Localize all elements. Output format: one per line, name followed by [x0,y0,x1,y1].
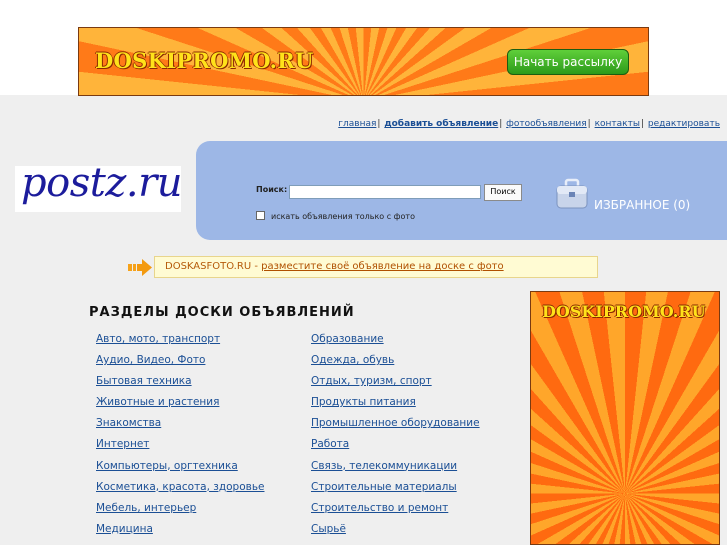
category-link[interactable]: Одежда, обувь [311,354,394,366]
category-link[interactable]: Компьютеры, оргтехника [96,460,238,472]
category-link[interactable]: Мебель, интерьер [96,502,196,514]
category-link[interactable]: Животные и растения [96,396,219,408]
list-item: Работа [311,438,480,459]
search-label: Поиск: [256,185,288,194]
category-link[interactable]: Аудио, Видео, Фото [96,354,205,366]
list-item: Косметика, красота, здоровье [96,481,264,502]
category-link[interactable]: Образование [311,333,384,345]
promo-separator: - [251,261,262,272]
list-item: Интернет [96,438,264,459]
nav-add-ad-link[interactable]: добавить объявление [384,119,498,129]
top-navigation: главная| добавить объявление| фотообъявл… [338,119,720,129]
logo-text: postz.ru [21,160,182,206]
photo-only-checkbox[interactable] [256,211,265,220]
list-item: Знакомства [96,417,264,438]
list-item: Бытовая техника [96,375,264,396]
search-button[interactable]: Поиск [484,184,522,201]
start-mailing-button[interactable]: Начать рассылку [507,49,629,75]
list-item: Мебель, интерьер [96,502,264,523]
category-link[interactable]: Сырьё [311,523,346,535]
category-link[interactable]: Строительство и ремонт [311,502,448,514]
list-item: Образование [311,333,480,354]
category-link[interactable]: Медицина [96,523,153,535]
nav-contacts-link[interactable]: контакты [595,119,640,129]
top-ad-brand: DOSKIPROMO.RU [95,48,314,73]
category-link[interactable]: Знакомства [96,417,161,429]
side-ad-banner[interactable]: DOSKIPROMO.RU [530,291,720,545]
promo-site-name: DOSKASFOTO.RU [165,261,252,272]
side-ad-brand: DOSKIPROMO.RU [542,302,706,321]
sections-title: РАЗДЕЛЫ ДОСКИ ОБЪЯВЛЕНИЙ [89,305,355,320]
list-item: Сырьё [311,523,480,544]
nav-photo-ads-link[interactable]: фотообъявления [506,119,587,129]
favorites-link[interactable]: ИЗБРАННОЕ (0) [594,198,690,212]
photo-only-label: искать объявления только с фото [271,212,415,221]
category-link[interactable]: Отдых, туризм, спорт [311,375,432,387]
category-link[interactable]: Связь, телекоммуникации [311,460,457,472]
list-item: Авто, мото, транспорт [96,333,264,354]
search-panel: Поиск: Поиск искать объявления только с … [196,141,727,240]
category-link[interactable]: Авто, мото, транспорт [96,333,220,345]
promo-link[interactable]: разместите своё объявление на доске с фо… [261,261,504,272]
category-link[interactable]: Бытовая техника [96,375,192,387]
category-link[interactable]: Строительные материалы [311,481,457,493]
category-link[interactable]: Интернет [96,438,149,450]
nav-separator: | [499,119,503,129]
category-list-right: Образование Одежда, обувь Отдых, туризм,… [311,333,480,544]
nav-separator: | [587,119,591,129]
category-link[interactable]: Продукты питания [311,396,416,408]
category-link[interactable]: Косметика, красота, здоровье [96,481,264,493]
list-item: Промышленное оборудование [311,417,480,438]
list-item: Строительные материалы [311,481,480,502]
site-logo[interactable]: postz.ru [15,160,182,212]
top-ad-banner[interactable]: DOSKIPROMO.RU Начать рассылку [78,27,649,96]
list-item: Медицина [96,523,264,544]
nav-home-link[interactable]: главная [338,119,376,129]
arrow-right-icon [128,259,152,276]
list-item: Строительство и ремонт [311,502,480,523]
category-list-left: Авто, мото, транспорт Аудио, Видео, Фото… [96,333,264,544]
briefcase-icon[interactable] [556,177,588,211]
list-item: Одежда, обувь [311,354,480,375]
category-link[interactable]: Работа [311,438,349,450]
nav-separator: | [640,119,645,129]
list-item: Животные и растения [96,396,264,417]
nav-separator: | [377,119,381,129]
category-link[interactable]: Промышленное оборудование [311,417,480,429]
photo-board-promo: DOSKASFOTO.RU - разместите своё объявлен… [154,256,598,278]
nav-edit-link[interactable]: редактировать [648,119,720,129]
search-input[interactable] [289,185,481,199]
list-item: Отдых, туризм, спорт [311,375,480,396]
list-item: Связь, телекоммуникации [311,460,480,481]
list-item: Компьютеры, оргтехника [96,460,264,481]
list-item: Аудио, Видео, Фото [96,354,264,375]
list-item: Продукты питания [311,396,480,417]
